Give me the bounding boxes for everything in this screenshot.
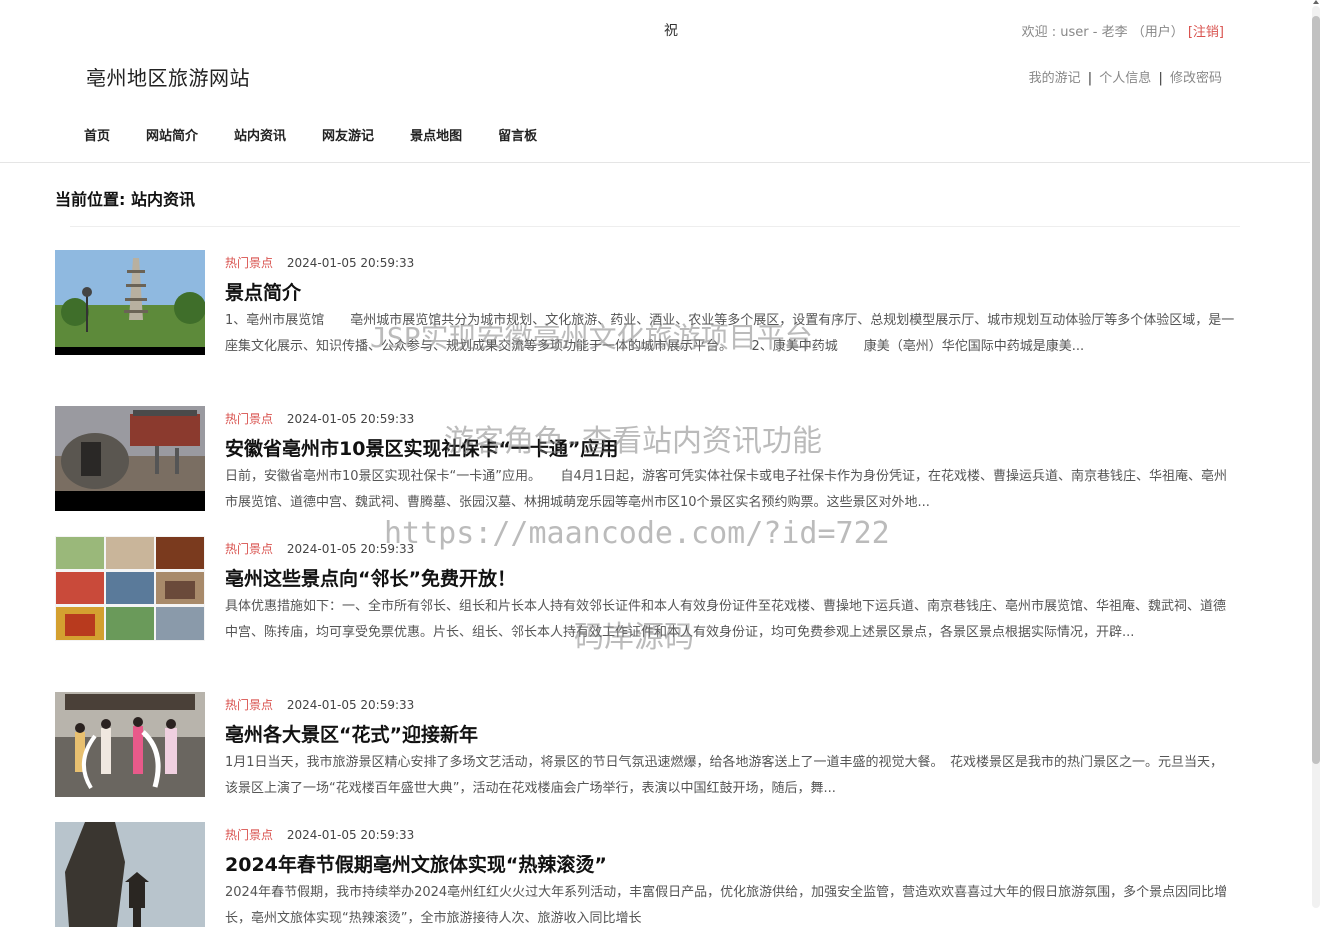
news-summary: 1、亳州市展览馆 亳州城市展览馆共分为城市规划、文化旅游、药业、酒业、农业等多个… (225, 313, 1235, 354)
scroll-up-icon[interactable] (1313, 0, 1319, 4)
main-nav: 首页 网站简介 站内资讯 网友游记 景点地图 留言板 (66, 125, 555, 144)
news-summary: 1月1日当天，我市旅游景区精心安排了多场文艺活动，将景区的节日气氛迅速燃爆，给各… (225, 755, 1224, 796)
profile-link[interactable]: 个人信息 (1099, 71, 1151, 86)
site-header: 祝 亳州地区旅游网站 欢迎 : user - 老李 （用户） [注销] 我的游记… (0, 0, 1310, 163)
logout-link[interactable]: [注销] (1188, 25, 1224, 40)
welcome-text: 欢迎 : user - 老李 （用户） (1021, 25, 1184, 40)
nav-map[interactable]: 景点地图 (392, 125, 480, 144)
watermark-text: https://maancode.com/?id=722 (384, 516, 890, 551)
news-meta: 热门景点 2024-01-05 20:59:33 (225, 696, 414, 713)
statue-photo-icon[interactable] (55, 822, 205, 927)
news-date: 2024-01-05 20:59:33 (286, 698, 415, 712)
news-summary: 具体优惠措施如下：一、全市所有邻长、组长和片长本人持有效邻长证件和本人有效身份证… (225, 599, 1227, 640)
nav-news[interactable]: 站内资讯 (216, 125, 304, 144)
news-title[interactable]: 景点简介 (225, 278, 301, 305)
nav-travelogues[interactable]: 网友游记 (304, 125, 392, 144)
news-title[interactable]: 安徽省亳州市10景区实现社保卡“一卡通”应用 (225, 434, 618, 461)
news-meta: 热门景点 2024-01-05 20:59:33 (225, 826, 414, 843)
my-travelogue-link[interactable]: 我的游记 (1029, 71, 1081, 86)
separator: | (1158, 71, 1163, 86)
divider (70, 226, 1240, 227)
stone-monument-photo-icon[interactable] (55, 406, 205, 511)
news-summary: 2024年春节假期，我市持续举办2024亳州红红火火过大年系列活动，丰富假日产品… (225, 885, 1228, 926)
category-label[interactable]: 热门景点 (225, 412, 273, 426)
pagoda-photo-icon[interactable] (55, 250, 205, 355)
nav-home[interactable]: 首页 (66, 125, 128, 144)
news-date: 2024-01-05 20:59:33 (286, 828, 415, 842)
category-label[interactable]: 热门景点 (225, 256, 273, 270)
scrollbar[interactable] (1312, 0, 1320, 908)
news-summary: 日前，安徽省亳州市10景区实现社保卡“一卡通”应用。 自4月1日起，游客可凭实体… (225, 469, 1228, 510)
change-password-link[interactable]: 修改密码 (1170, 71, 1222, 86)
news-meta: 热门景点 2024-01-05 20:59:33 (225, 254, 414, 271)
user-links: 我的游记 | 个人信息 | 修改密码 (1029, 67, 1222, 86)
news-title[interactable]: 亳州各大景区“花式”迎接新年 (225, 720, 478, 747)
site-title: 亳州地区旅游网站 (86, 66, 250, 90)
news-title[interactable]: 2024年春节假期亳州文旅体实现“热辣滚烫” (225, 850, 607, 877)
scroll-thumb[interactable] (1312, 16, 1320, 764)
news-date: 2024-01-05 20:59:33 (286, 256, 415, 270)
welcome-bar: 欢迎 : user - 老李 （用户） [注销] (1022, 21, 1224, 40)
news-title[interactable]: 亳州这些景点向“邻长”免费开放！ (225, 564, 516, 591)
attractions-collage-photo-icon[interactable] (55, 536, 205, 641)
news-meta: 热门景点 2024-01-05 20:59:33 (225, 410, 414, 427)
dancers-photo-icon[interactable] (55, 692, 205, 797)
news-date: 2024-01-05 20:59:33 (286, 412, 415, 426)
breadcrumb: 当前位置: 站内资讯 (55, 190, 195, 209)
news-date: 2024-01-05 20:59:33 (286, 542, 415, 556)
nav-site-intro[interactable]: 网站简介 (128, 125, 216, 144)
separator: | (1087, 71, 1093, 86)
category-label[interactable]: 热门景点 (225, 542, 273, 556)
category-label[interactable]: 热门景点 (225, 698, 273, 712)
marquee-text: 祝 (664, 23, 678, 39)
news-meta: 热门景点 2024-01-05 20:59:33 (225, 540, 414, 557)
nav-message-board[interactable]: 留言板 (480, 125, 555, 144)
category-label[interactable]: 热门景点 (225, 828, 273, 842)
